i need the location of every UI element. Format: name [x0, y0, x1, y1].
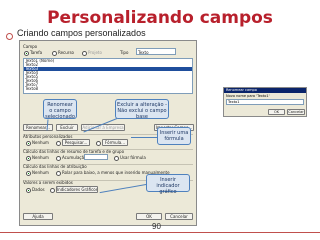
list-item[interactable]: Texto8 — [24, 87, 192, 91]
callout-rename: Renomear o campo selecionado — [43, 99, 77, 120]
graphical-indicators-button[interactable]: Indicadores Gráficos... — [56, 186, 98, 193]
callout-formula: Inserir uma fórmula — [157, 127, 191, 145]
cancel-button[interactable]: Cancelar — [165, 213, 193, 220]
callout-formula-arrow — [131, 137, 157, 138]
rename-dialog-title: Renomear campo — [224, 88, 306, 93]
rollup-select[interactable] — [84, 154, 108, 160]
summary-formula-label: Usar fórmula — [120, 155, 146, 160]
radio-project[interactable] — [82, 51, 87, 56]
assign-label: Cálculo das linhas de atribuição — [23, 164, 87, 169]
callout-delete: Excluir a alteração - Não exclui o campo… — [115, 99, 169, 120]
attrs-none-radio[interactable] — [26, 141, 31, 146]
summary-formula-radio[interactable] — [114, 156, 119, 161]
bullet-text: Criando campos personalizados — [17, 28, 146, 38]
display-indicators-radio[interactable] — [50, 188, 55, 193]
callout-indicator: Inserir indicador gráfico — [146, 174, 190, 195]
attrs-none-label: Nenhum — [32, 140, 49, 145]
rename-cancel-button[interactable]: Cancelar — [287, 109, 305, 115]
field-label: Campo — [23, 44, 38, 49]
type-label: Tipo — [120, 50, 129, 55]
rename-input[interactable]: Texto1 — [226, 99, 304, 105]
summary-none-label: Nenhum — [32, 155, 49, 160]
type-select-value: Texto — [138, 50, 149, 55]
rename-dialog-prompt: Novo nome para 'Texto1' — [226, 94, 270, 98]
ok-button[interactable]: OK — [136, 213, 162, 220]
summary-label: Cálculo das linhas de resumo de tarefa e… — [23, 149, 125, 154]
display-data-radio[interactable] — [26, 188, 31, 193]
radio-resource[interactable] — [52, 51, 57, 56]
radio-task[interactable] — [24, 51, 29, 56]
rename-ok-button[interactable]: OK — [268, 109, 285, 115]
formula-button[interactable]: Fórmula... — [102, 139, 128, 146]
rename-dialog: Renomear campo Novo nome para 'Texto1' T… — [223, 87, 307, 117]
help-button[interactable]: Ajuda — [23, 213, 53, 220]
radio-task-label: Tarefa — [30, 50, 43, 55]
display-label: Valores a serem exibidos — [23, 180, 73, 185]
display-data-label: Dados — [32, 187, 45, 192]
radio-resource-label: Recurso — [58, 50, 74, 55]
delete-button[interactable]: Excluir — [56, 124, 78, 131]
field-list[interactable]: Texto1 (Nome) Texto2 Texto3 Texto4 Texto… — [23, 58, 193, 94]
bullet-circle-icon — [6, 33, 13, 40]
radio-project-label: Projeto — [88, 50, 102, 55]
attrs-formula-radio[interactable] — [96, 141, 101, 146]
summary-none-radio[interactable] — [26, 156, 31, 161]
assign-none-radio[interactable] — [26, 171, 31, 176]
attrs-lookup-radio[interactable] — [56, 141, 61, 146]
rename-input-value: Texto1 — [228, 100, 240, 104]
page-number: 90 — [152, 222, 161, 231]
assign-none-label: Nenhum — [32, 170, 49, 175]
rename-button[interactable]: Renomear... — [23, 124, 53, 131]
lookup-button[interactable]: Pesquisar... — [62, 139, 90, 146]
type-select[interactable]: Texto — [136, 48, 176, 55]
assign-rolldown-radio[interactable] — [56, 171, 61, 176]
slide-title: Personalizando campos — [47, 8, 273, 28]
summary-rollup-radio[interactable] — [56, 156, 61, 161]
footer-rule — [0, 232, 320, 233]
